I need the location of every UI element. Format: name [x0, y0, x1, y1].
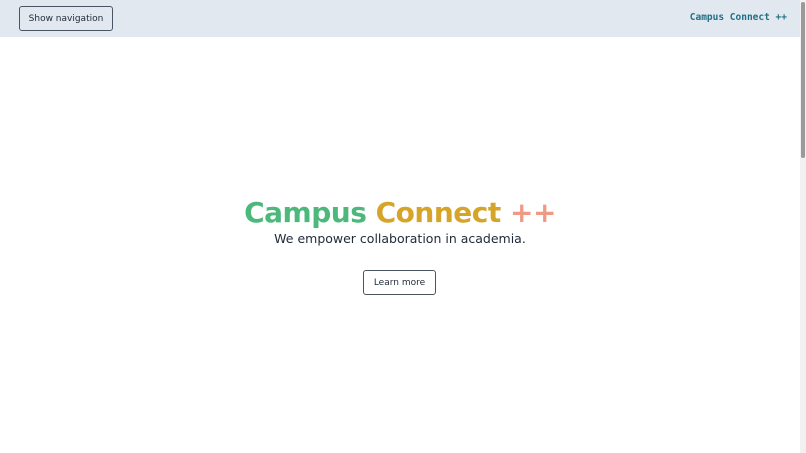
hero-subtitle: We empower collaboration in academia. [274, 231, 526, 246]
top-bar: Show navigation Campus Connect ++ [0, 0, 800, 37]
hero-title-campus: Campus [244, 196, 367, 229]
hero-title: Campus Connect ++ [0, 195, 800, 231]
hero-title-plusplus: ++ [509, 196, 556, 229]
brand-logo-text[interactable]: Campus Connect ++ [690, 12, 787, 23]
scrollbar-thumb[interactable] [801, 2, 805, 158]
vertical-scrollbar[interactable] [800, 0, 806, 453]
show-navigation-button[interactable]: Show navigation [19, 6, 113, 31]
learn-more-button[interactable]: Learn more [363, 270, 436, 295]
hero-title-connect: Connect [375, 196, 502, 229]
hero-section: Campus Connect ++ We empower collaborati… [0, 195, 800, 247]
page: Show navigation Campus Connect ++ Campus… [0, 0, 806, 453]
